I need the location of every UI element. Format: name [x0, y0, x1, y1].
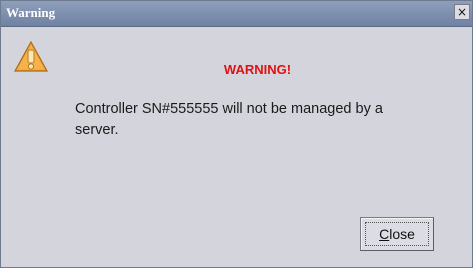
close-button-label: lose: [389, 226, 415, 242]
message-line-1: Controller SN#555555 will not be managed…: [75, 101, 383, 117]
warning-heading: WARNING!: [223, 62, 292, 77]
window-title: Warning: [6, 5, 56, 20]
warning-message: Controller SN#555555 will not be managed…: [75, 99, 435, 141]
title-bar[interactable]: Warning ×: [1, 1, 472, 27]
message-line-2: server.: [75, 122, 119, 138]
warning-dialog: Warning × WARNING! Controller SN#555555 …: [0, 0, 473, 268]
close-button-focus-ring: Close: [365, 222, 429, 246]
close-icon: ×: [456, 5, 468, 19]
close-button-mnemonic: C: [379, 226, 390, 242]
dialog-content: WARNING! Controller SN#555555 will not b…: [2, 28, 471, 267]
close-window-button[interactable]: ×: [454, 4, 470, 20]
close-button[interactable]: Close: [360, 217, 434, 251]
